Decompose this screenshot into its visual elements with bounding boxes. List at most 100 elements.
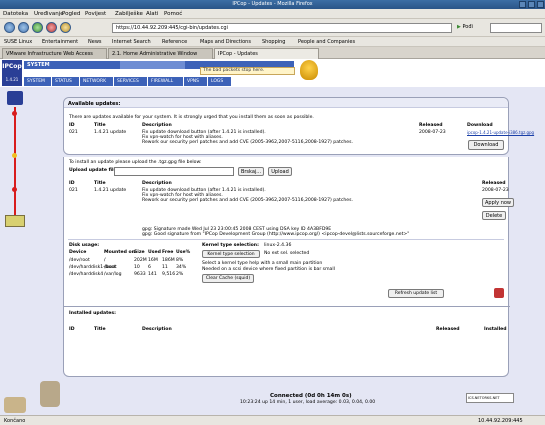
nav-network[interactable]: NETWORK — [80, 77, 114, 86]
tab-vmware[interactable]: VMware Infrastructure Web Access — [2, 48, 107, 59]
disk-col-free: Free — [162, 250, 174, 255]
disk-free: 9,516 — [162, 272, 176, 277]
menu-bookmarks[interactable]: Zabilješke — [115, 11, 143, 17]
menu-view[interactable]: Pogled — [62, 11, 80, 17]
menu-help[interactable]: Pomoć — [164, 11, 182, 17]
tab-home-admin[interactable]: 2.1. Home Administrative Window — [108, 48, 213, 59]
bookmark-maps[interactable]: Maps and Directions — [200, 39, 251, 45]
nav-firewall[interactable]: FIREWALL — [148, 77, 184, 86]
back-icon[interactable] — [4, 22, 15, 33]
available-notice: There are updates available for your sys… — [69, 115, 314, 120]
url-text: https://10.44.92.209:445/cgi-bin/updates… — [116, 25, 228, 31]
col-id: ID — [69, 123, 75, 128]
url-field[interactable]: https://10.44.92.209:445/cgi-bin/updates… — [112, 23, 452, 33]
maximize-button[interactable] — [528, 1, 535, 8]
nav-status[interactable]: STATUS — [52, 77, 80, 86]
nav-logs[interactable]: LOGS — [208, 77, 232, 86]
close-button[interactable] — [537, 1, 544, 8]
disk-mount: /boot — [104, 265, 116, 270]
nav-services[interactable]: SERVICES — [114, 77, 148, 86]
stop-icon[interactable] — [46, 22, 57, 33]
connected-text: Connected (0d 0h 14m 0s) — [270, 393, 352, 399]
delete-button[interactable]: Delete — [482, 211, 506, 220]
bookmark-reference[interactable]: Reference — [162, 39, 187, 45]
tab-ipcop-updates[interactable]: IPCop - Updates — [214, 48, 319, 59]
kernel-type-value: linux-2.4.36 — [264, 243, 292, 248]
kernel-help-2: Needed on a scsi device where fixed part… — [202, 267, 335, 272]
disk-used: 16M — [148, 258, 158, 263]
bookmark-people[interactable]: People and Companies — [298, 39, 355, 45]
refresh-update-list-button[interactable]: Refresh update list — [388, 289, 444, 298]
search-input[interactable] — [490, 23, 542, 33]
nav-system[interactable]: SYSTEM — [24, 77, 52, 86]
section-divider — [68, 239, 504, 240]
available-updates-panel: Available updates: There are updates ava… — [63, 97, 534, 155]
download-link[interactable]: ipcop-1.4.21-update-i386.tgz.gpg — [467, 130, 534, 135]
browser-status-bar: Končano 10.44.92.209:445 — [0, 415, 545, 425]
disk-pct: 34% — [176, 265, 187, 270]
menu-bar: Datoteka Uređivanje Pogled Povijest Zabi… — [0, 9, 545, 19]
apply-now-button[interactable]: Apply now — [482, 198, 514, 207]
download-button[interactable]: Download — [468, 140, 504, 150]
penguin-mascot-icon — [40, 381, 60, 407]
col-released: Released — [419, 123, 443, 128]
menu-edit[interactable]: Uređivanje — [34, 11, 64, 17]
disk-mount: / — [104, 258, 106, 263]
logo-text: IPCop — [2, 63, 22, 70]
bookmark-news[interactable]: News — [88, 39, 102, 45]
menu-file[interactable]: Datoteka — [3, 11, 28, 17]
status-text: Končano — [4, 418, 26, 424]
minimize-button[interactable] — [519, 1, 526, 8]
red-lamp-icon — [12, 187, 17, 192]
disk-col-use-pct: Use% — [176, 250, 191, 255]
install-instruction: To install an update please upload the .… — [69, 160, 202, 165]
bookmarks-toolbar: SUSE Linux Entertainment News Internet S… — [0, 37, 545, 47]
disk-usage-title: Disk usage: — [69, 243, 100, 248]
disk-col-used: Used — [148, 250, 161, 255]
installed-col-description: Description — [142, 327, 172, 332]
connection-status: Connected (0d 0h 14m 0s) — [270, 393, 352, 399]
window-titlebar: IPCop - Updates - Mozilla Firefox — [0, 0, 545, 9]
browse-button[interactable]: Brskaj... — [238, 167, 264, 176]
install-update-panel: To install an update please upload the .… — [63, 157, 514, 377]
server-icon — [5, 215, 25, 227]
mascot-image — [300, 60, 318, 80]
bookmark-suse[interactable]: SUSE Linux — [4, 39, 32, 45]
menu-history[interactable]: Povijest — [85, 11, 106, 17]
slogan: The bad packets stop here. — [200, 67, 295, 75]
clear-cache-button[interactable]: Clear Cache (squid) — [202, 274, 254, 283]
uptime-text: 10:23:24 up 14 min, 1 user, load average… — [240, 400, 376, 405]
go-button[interactable]: ▶ Pođi — [455, 23, 485, 33]
installed-updates-panel: Installed updates: ID Title Description … — [64, 306, 510, 340]
pending-id: 021 — [69, 188, 78, 193]
menu-tools[interactable]: Alati — [146, 11, 158, 17]
upload-button[interactable]: Upload — [268, 167, 292, 176]
reload-icon[interactable] — [32, 22, 43, 33]
disk-pct: 8% — [176, 258, 184, 263]
bookmark-entertainment[interactable]: Entertainment — [42, 39, 78, 45]
penguin-mascot-icon — [4, 397, 26, 413]
installed-col-id: ID — [69, 327, 75, 332]
nav-vpns[interactable]: VPNS — [184, 77, 208, 86]
pending-col-title: Title — [94, 181, 106, 186]
upload-file-input[interactable] — [114, 167, 234, 176]
pending-desc-3: Rework our security perl patches and add… — [142, 198, 353, 203]
bookmark-shopping[interactable]: Shopping — [262, 39, 285, 45]
version-text: 1.4.21 — [5, 77, 19, 82]
installed-updates-title: Installed updates: — [69, 311, 116, 316]
ipcop-footer-icon — [494, 288, 504, 298]
disk-size: 10 — [134, 265, 140, 270]
left-sidebar — [0, 87, 30, 415]
bookmark-internet-search[interactable]: Internet Search — [112, 39, 151, 45]
sponsor-badge[interactable]: ICS.NETORKS.NET — [466, 393, 514, 403]
installed-col-released: Released — [436, 327, 460, 332]
disk-col-mounted: Mounted on — [104, 250, 135, 255]
disk-device: /dev/harddisk4 — [69, 272, 104, 277]
home-icon[interactable] — [60, 22, 71, 33]
forward-icon[interactable] — [18, 22, 29, 33]
kernel-type-label: Kernel type selection: — [202, 243, 259, 248]
kernel-type-button[interactable]: Kernel type selection — [202, 250, 260, 258]
pending-col-released: Released — [482, 181, 506, 186]
disk-used: 141 — [148, 272, 157, 277]
disk-pct: 2% — [176, 272, 184, 277]
